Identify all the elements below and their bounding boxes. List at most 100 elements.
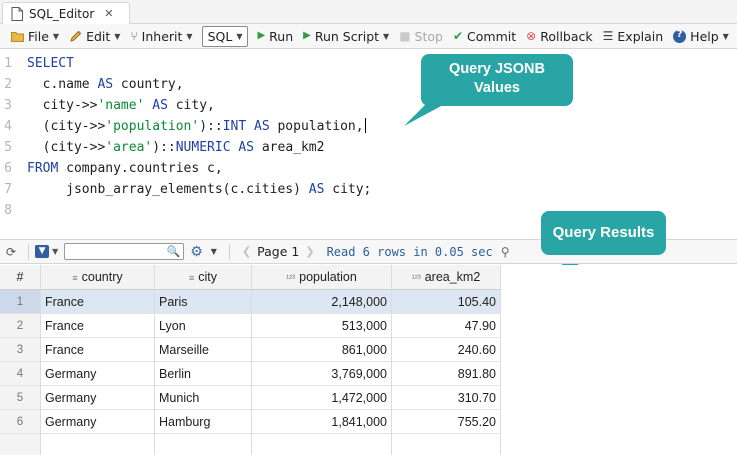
column-header-area-km2[interactable]: ¹²³ area_km2 — [392, 265, 501, 290]
column-header-population[interactable]: ¹²³ population — [252, 265, 392, 290]
cell-area-km2[interactable]: 47.90 — [392, 314, 501, 338]
cell-area-km2[interactable]: 310.70 — [392, 386, 501, 410]
cell-country[interactable]: France — [41, 338, 155, 362]
column-header-row-number[interactable]: # — [0, 265, 41, 290]
line-number: 7 — [4, 182, 12, 197]
column-label: country — [81, 270, 123, 284]
cell-area-km2[interactable]: 240.60 — [392, 338, 501, 362]
cell-population[interactable]: 861,000 — [252, 338, 392, 362]
sql-string: 'name' — [97, 98, 145, 113]
sql-dialect-select[interactable]: SQL ▼ — [201, 25, 249, 47]
column-label: area_km2 — [424, 270, 481, 284]
row-number[interactable]: 3 — [0, 338, 41, 362]
row-number[interactable]: 2 — [0, 314, 41, 338]
cell-city[interactable]: Berlin — [155, 362, 252, 386]
cell-country[interactable]: Germany — [41, 386, 155, 410]
code-line: 1 SELECT — [0, 53, 737, 74]
cell-city[interactable]: Hamburg — [155, 410, 252, 434]
sql-text: jsonb_array_elements(c.cities) — [27, 182, 309, 197]
sql-text: area_km2 — [254, 140, 325, 155]
refresh-icon: ⟳ — [6, 244, 17, 259]
cell-city[interactable]: Munich — [155, 386, 252, 410]
commit-button[interactable]: ✔ Commit — [448, 26, 521, 47]
export-menu-button[interactable]: ▼ ▼ — [35, 245, 58, 258]
empty-cell — [0, 434, 41, 455]
sql-keyword: FROM — [27, 161, 59, 176]
previous-page-icon[interactable]: ❮ — [242, 245, 251, 258]
next-page-icon[interactable]: ❯ — [305, 245, 314, 258]
code-line: 4 (city->>'population')::INT AS populati… — [0, 116, 737, 137]
results-filter-input[interactable]: 🔍 — [64, 243, 185, 260]
row-number[interactable]: 6 — [0, 410, 41, 434]
explain-label: Explain — [617, 28, 664, 44]
rollback-button[interactable]: ⊗ Rollback — [521, 26, 598, 47]
callout-query-jsonb: Query JSONB Values — [421, 54, 573, 106]
chevron-down-icon: ▼ — [186, 31, 193, 41]
line-number: 1 — [4, 56, 12, 71]
sql-string: 'area' — [105, 140, 153, 155]
run-button[interactable]: ▶ Run — [252, 26, 298, 47]
commit-label: Commit — [467, 28, 517, 44]
row-number[interactable]: 1 — [0, 290, 41, 314]
help-menu-button[interactable]: ? Help ▼ — [668, 26, 734, 47]
search-icon[interactable]: ⚲ — [501, 245, 510, 259]
edit-menu-button[interactable]: Edit ▼ — [64, 26, 125, 47]
folder-icon — [11, 31, 24, 42]
chevron-down-icon: ▼ — [52, 31, 60, 41]
empty-cell — [155, 434, 252, 455]
chevron-down-icon: ▼ — [114, 31, 121, 41]
cell-city[interactable]: Paris — [155, 290, 252, 314]
sql-keyword: AS — [254, 119, 270, 134]
cell-city[interactable]: Lyon — [155, 314, 252, 338]
cell-country[interactable]: France — [41, 290, 155, 314]
inherit-icon: ⑂ — [130, 29, 138, 43]
column-header-country[interactable]: ≡ country — [41, 265, 155, 290]
chevron-down-icon: ▼ — [383, 31, 390, 41]
column-label: city — [198, 270, 217, 284]
row-number[interactable]: 5 — [0, 386, 41, 410]
row-number[interactable]: 4 — [0, 362, 41, 386]
cell-area-km2[interactable]: 105.40 — [392, 290, 501, 314]
empty-cell — [392, 434, 501, 455]
cell-area-km2[interactable]: 755.20 — [392, 410, 501, 434]
column-header-city[interactable]: ≡ city — [155, 265, 252, 290]
cell-population[interactable]: 513,000 — [252, 314, 392, 338]
cell-population[interactable]: 1,841,000 — [252, 410, 392, 434]
code-line: 5 (city->>'area')::NUMERIC AS area_km2 — [0, 137, 737, 158]
cell-country[interactable]: Germany — [41, 362, 155, 386]
run-script-button[interactable]: ▶ Run Script ▼ — [298, 26, 394, 47]
close-icon[interactable]: ✕ — [104, 7, 113, 20]
cell-area-km2[interactable]: 891.80 — [392, 362, 501, 386]
tab-title: SQL_Editor — [29, 6, 95, 21]
cell-population[interactable]: 1,472,000 — [252, 386, 392, 410]
sql-text: company.countries c, — [58, 161, 223, 176]
line-number: 6 — [4, 161, 12, 176]
file-label: File — [28, 28, 49, 44]
cell-population[interactable]: 2,148,000 — [252, 290, 392, 314]
chevron-down-icon: ▼ — [722, 31, 729, 41]
stop-button[interactable]: ■ Stop — [394, 26, 448, 47]
chevron-down-icon: ▼ — [210, 247, 217, 256]
tab-sql-editor[interactable]: SQL_Editor ✕ — [2, 2, 130, 24]
sql-text: country, — [113, 77, 184, 92]
sql-text: city, — [167, 98, 215, 113]
sql-editor[interactable]: 1 SELECT 2 c.name AS country, 3 city->>'n… — [0, 50, 737, 238]
text-type-icon: ≡ — [72, 273, 78, 283]
sql-text: city->> — [27, 98, 98, 113]
cell-country[interactable]: France — [41, 314, 155, 338]
sql-keyword: AS — [152, 98, 168, 113]
inherit-menu-button[interactable]: ⑂ Inherit ▼ — [125, 26, 197, 47]
explain-button[interactable]: ☰ Explain — [598, 26, 669, 47]
file-menu-button[interactable]: File ▼ — [6, 26, 64, 47]
number-type-icon: ¹²³ — [286, 273, 296, 283]
refresh-button[interactable]: ⟳ — [6, 245, 16, 259]
sql-file-icon — [11, 6, 23, 21]
sql-text: (city->> — [27, 140, 106, 155]
line-number: 2 — [4, 77, 12, 92]
cell-population[interactable]: 3,769,000 — [252, 362, 392, 386]
sql-text: ):: — [199, 119, 223, 134]
settings-menu-button[interactable]: ⚙ ▼ — [190, 244, 217, 260]
text-cursor — [364, 118, 366, 133]
cell-country[interactable]: Germany — [41, 410, 155, 434]
cell-city[interactable]: Marseille — [155, 338, 252, 362]
